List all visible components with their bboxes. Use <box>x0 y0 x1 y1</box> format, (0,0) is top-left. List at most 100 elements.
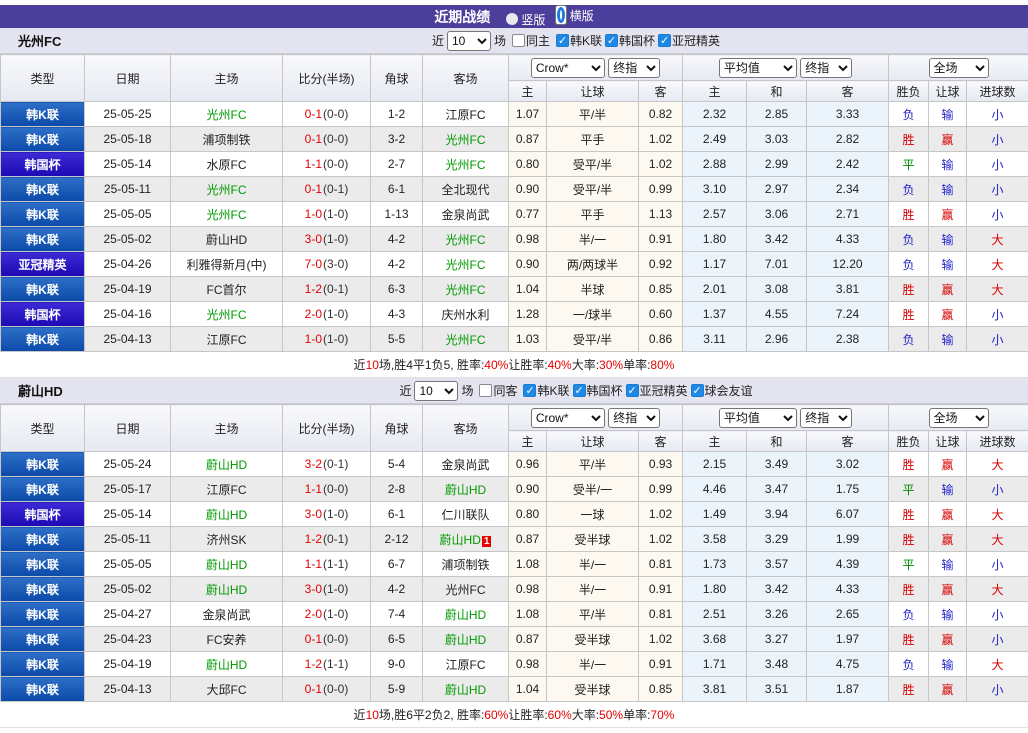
avg-draw-cell: 3.57 <box>746 551 808 577</box>
away-odds-cell: 0.81 <box>637 551 684 577</box>
handicap-line-cell: 半/一 <box>546 651 639 677</box>
home-team-cell: 水原FC <box>170 151 283 177</box>
fulltime-score: 2-0 <box>304 607 322 621</box>
odds-time-select[interactable]: 终指 <box>608 57 661 78</box>
home-odds-cell: 0.98 <box>508 651 547 677</box>
match-row: 韩K联 25-05-25 光州FC 0-1(0-0) 1-2 江原FC 1.07… <box>0 101 1028 127</box>
goals-result-cell: 小 <box>966 551 1028 577</box>
match-row: 韩K联 25-05-05 蔚山HD 1-1(1-1) 6-7 浦项制铁 1.08… <box>0 551 1028 577</box>
league-filter-checkbox[interactable]: 亚冠精英 <box>658 32 720 49</box>
col-away: 客场 <box>422 54 509 102</box>
handicap-result-cell: 输 <box>928 651 968 677</box>
league-filter-checkbox[interactable]: 球会友谊 <box>690 382 753 399</box>
league-filter-checkbox[interactable]: 韩国杯 <box>605 32 655 49</box>
odds-company-select[interactable]: Crow* <box>530 407 605 428</box>
result-cell: 胜 <box>888 576 930 602</box>
avg-draw-cell: 3.42 <box>746 226 808 252</box>
same-venue-filter[interactable]: 同客 <box>479 382 517 399</box>
away-team: 光州FC <box>445 582 486 597</box>
away-team: 蔚山HD <box>444 682 487 697</box>
average-group-header: 平均值 终指 <box>682 404 890 431</box>
checkbox-icon <box>479 384 493 397</box>
league-type-cell: 韩K联 <box>0 676 85 702</box>
summary-segment: 50% <box>599 707 624 722</box>
col-type: 类型 <box>0 54 85 102</box>
league-filter-checkbox[interactable]: 亚冠精英 <box>625 382 688 399</box>
away-odds-cell: 0.85 <box>637 276 684 302</box>
odds-company-select[interactable]: Crow* <box>530 57 605 78</box>
date-cell: 25-05-14 <box>84 501 171 527</box>
away-team-cell: 仁川联队 <box>422 501 509 527</box>
home-team: FC首尔 <box>206 282 247 297</box>
home-odds-cell: 0.96 <box>508 451 547 477</box>
league-type-cell: 韩K联 <box>0 651 85 677</box>
col-handicap-result: 让球 <box>928 430 968 452</box>
home-team-cell: 利雅得新月(中) <box>170 251 283 277</box>
home-team: 济州SK <box>206 532 247 547</box>
league-filter-checkbox[interactable]: 韩K联 <box>523 382 570 399</box>
average-select[interactable]: 平均值 <box>718 407 797 428</box>
match-row: 韩K联 25-04-19 FC首尔 1-2(0-1) 6-3 光州FC 1.04… <box>0 276 1028 302</box>
avg-draw-cell: 3.06 <box>746 201 808 227</box>
halftime-score: (1-1) <box>323 557 349 571</box>
fulltime-score: 1-1 <box>304 157 322 171</box>
result-cell: 胜 <box>888 276 930 302</box>
avg-away-cell: 2.34 <box>806 176 890 202</box>
summary-segment: 大率: <box>571 358 600 372</box>
home-team: 蔚山HD <box>205 657 248 672</box>
date-cell: 25-04-19 <box>84 651 171 677</box>
team-title: 蔚山HD <box>18 384 63 399</box>
match-count-select[interactable]: 10 <box>446 30 491 51</box>
avg-away-cell: 2.71 <box>806 201 890 227</box>
average-time-select[interactable]: 终指 <box>800 407 853 428</box>
match-row: 韩K联 25-04-13 大邱FC 0-1(0-0) 5-9 蔚山HD 1.04… <box>0 676 1028 702</box>
result-cell: 胜 <box>888 301 930 327</box>
handicap-result-cell: 赢 <box>928 451 968 477</box>
section-header-gwangju: 光州FC 近 10 场 同主 韩K联 韩国杯 <box>0 28 1028 54</box>
match-count-select[interactable]: 10 <box>414 380 459 401</box>
checkbox-icon <box>572 384 586 397</box>
odds-time-select[interactable]: 终指 <box>608 407 661 428</box>
home-team: 利雅得新月(中) <box>186 257 267 272</box>
same-venue-filter[interactable]: 同主 <box>511 32 550 49</box>
score-cell: 1-2(0-1) <box>282 276 371 302</box>
corner-cell: 1-13 <box>370 201 423 227</box>
matches-table-gwangju: 类型 日期 主场 比分(半场) 角球 客场 Crow* 终指 平均值 终指 全场… <box>0 54 1028 352</box>
avg-home-cell: 3.81 <box>682 676 748 702</box>
avg-draw-cell: 4.55 <box>746 301 808 327</box>
summary-segment: 近 <box>353 708 366 722</box>
avg-draw-cell: 3.49 <box>746 451 808 477</box>
goals-result-cell: 大 <box>966 226 1028 252</box>
away-team: 金泉尚武 <box>441 207 490 222</box>
handicap-result-cell: 输 <box>928 551 968 577</box>
match-row: 韩K联 25-04-13 江原FC 1-0(1-0) 5-5 光州FC 1.03… <box>0 326 1028 352</box>
avg-draw-cell: 3.94 <box>746 501 808 527</box>
away-odds-cell: 1.02 <box>637 501 684 527</box>
league-filter-checkbox[interactable]: 韩K联 <box>556 32 602 49</box>
fullmatch-select[interactable]: 全场 <box>928 57 989 78</box>
corner-cell: 5-9 <box>370 676 423 702</box>
handicap-line-cell: 受平/半 <box>546 176 639 202</box>
league-filter-checkbox[interactable]: 韩国杯 <box>572 382 623 399</box>
avg-away-cell: 2.42 <box>806 151 890 177</box>
home-team-cell: 浦项制铁 <box>170 126 283 152</box>
odds-group-header: Crow* 终指 <box>507 54 684 81</box>
away-team-cell: 江原FC <box>422 651 509 677</box>
average-time-select[interactable]: 终指 <box>800 57 853 78</box>
fullmatch-select[interactable]: 全场 <box>928 407 989 428</box>
goals-result-cell: 小 <box>966 676 1028 702</box>
result-cell: 负 <box>888 226 930 252</box>
away-team: 光州FC <box>445 282 486 297</box>
league-type-cell: 韩K联 <box>0 101 85 127</box>
avg-draw-cell: 3.27 <box>746 626 808 652</box>
layout-radio[interactable]: 竖版 <box>506 11 545 28</box>
col-type: 类型 <box>0 404 85 452</box>
handicap-result-cell: 输 <box>928 151 968 177</box>
average-select[interactable]: 平均值 <box>718 57 797 78</box>
summary-segment: 10 <box>365 357 379 372</box>
score-cell: 0-1(0-1) <box>282 176 371 202</box>
date-cell: 25-04-23 <box>84 626 171 652</box>
layout-radio[interactable]: 横版 <box>554 5 594 25</box>
home-odds-cell: 0.90 <box>508 476 547 502</box>
handicap-line-cell: 受半球 <box>546 626 639 652</box>
